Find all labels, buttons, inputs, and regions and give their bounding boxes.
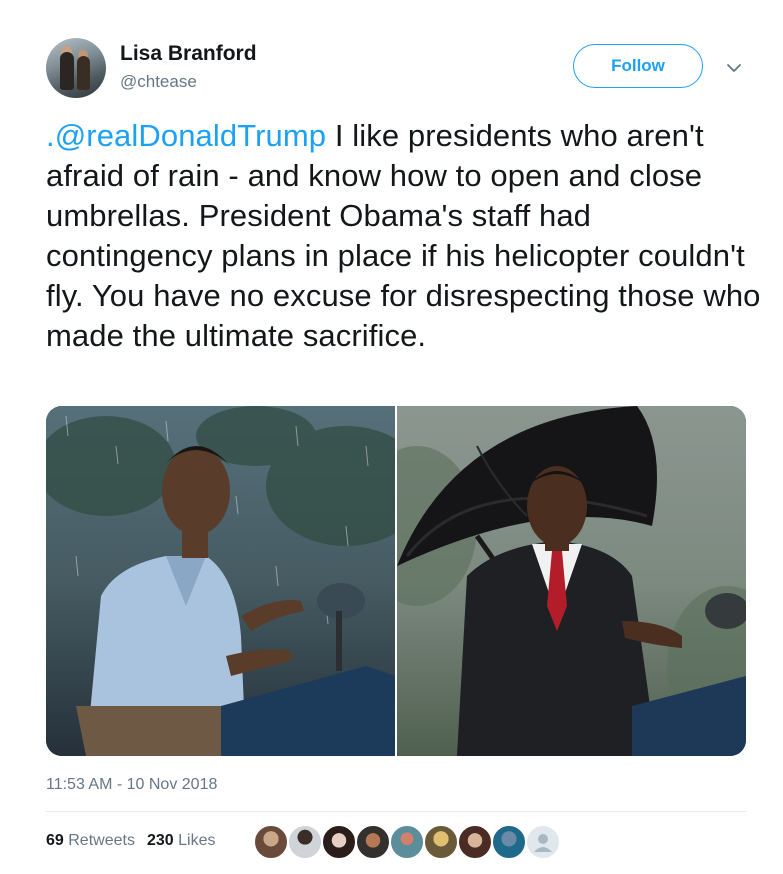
chevron-down-icon[interactable] — [726, 60, 742, 76]
liker-avatar-4[interactable] — [356, 825, 390, 859]
liker-avatar-3[interactable] — [322, 825, 356, 859]
avatar-figure — [60, 52, 74, 90]
tweet-card: Lisa Branford @chtease Follow .@realDona… — [0, 0, 783, 874]
tweet-text: .@realDonaldTrump I like presidents who … — [46, 116, 766, 356]
liker-avatar-8[interactable] — [492, 825, 526, 859]
default-avatar-icon-glyph — [534, 834, 552, 852]
liker-avatar-7[interactable] — [458, 825, 492, 859]
default-avatar-icon[interactable] — [526, 825, 560, 859]
liker-avatar-6[interactable] — [424, 825, 458, 859]
likes-stat[interactable]: 230 Likes — [147, 832, 216, 849]
retweets-label: Retweets — [68, 832, 135, 849]
user-display-name[interactable]: Lisa Branford — [120, 42, 257, 66]
divider — [46, 811, 746, 812]
photo-umbrella-speech-illustration — [397, 406, 746, 756]
retweets-stat[interactable]: 69 Retweets — [46, 832, 135, 849]
retweets-count: 69 — [46, 832, 64, 849]
likes-count: 230 — [146, 832, 174, 849]
tweet-media[interactable] — [46, 406, 746, 756]
tweet-body: I like presidents who aren't afraid of r… — [46, 118, 761, 353]
user-handle[interactable]: @chtease — [120, 72, 197, 92]
liker-avatar-1[interactable] — [254, 825, 288, 859]
liker-avatar-2[interactable] — [288, 825, 322, 859]
liker-avatar-5[interactable] — [390, 825, 424, 859]
photo-umbrella-speech[interactable] — [397, 406, 746, 756]
engagement-stats: 69 Retweets 230 Likes — [46, 832, 215, 850]
user-avatar[interactable] — [46, 38, 106, 98]
tweet-timestamp[interactable]: 11:53 AM - 10 Nov 2018 — [46, 776, 217, 794]
photo-speech-in-rain[interactable] — [46, 406, 395, 756]
photo-speech-in-rain-illustration — [46, 406, 395, 756]
likes-label: Likes — [178, 832, 216, 849]
mention-link[interactable]: .@realDonaldTrump — [46, 118, 326, 153]
avatar-figure — [77, 56, 90, 90]
follow-button[interactable]: Follow — [573, 44, 703, 88]
